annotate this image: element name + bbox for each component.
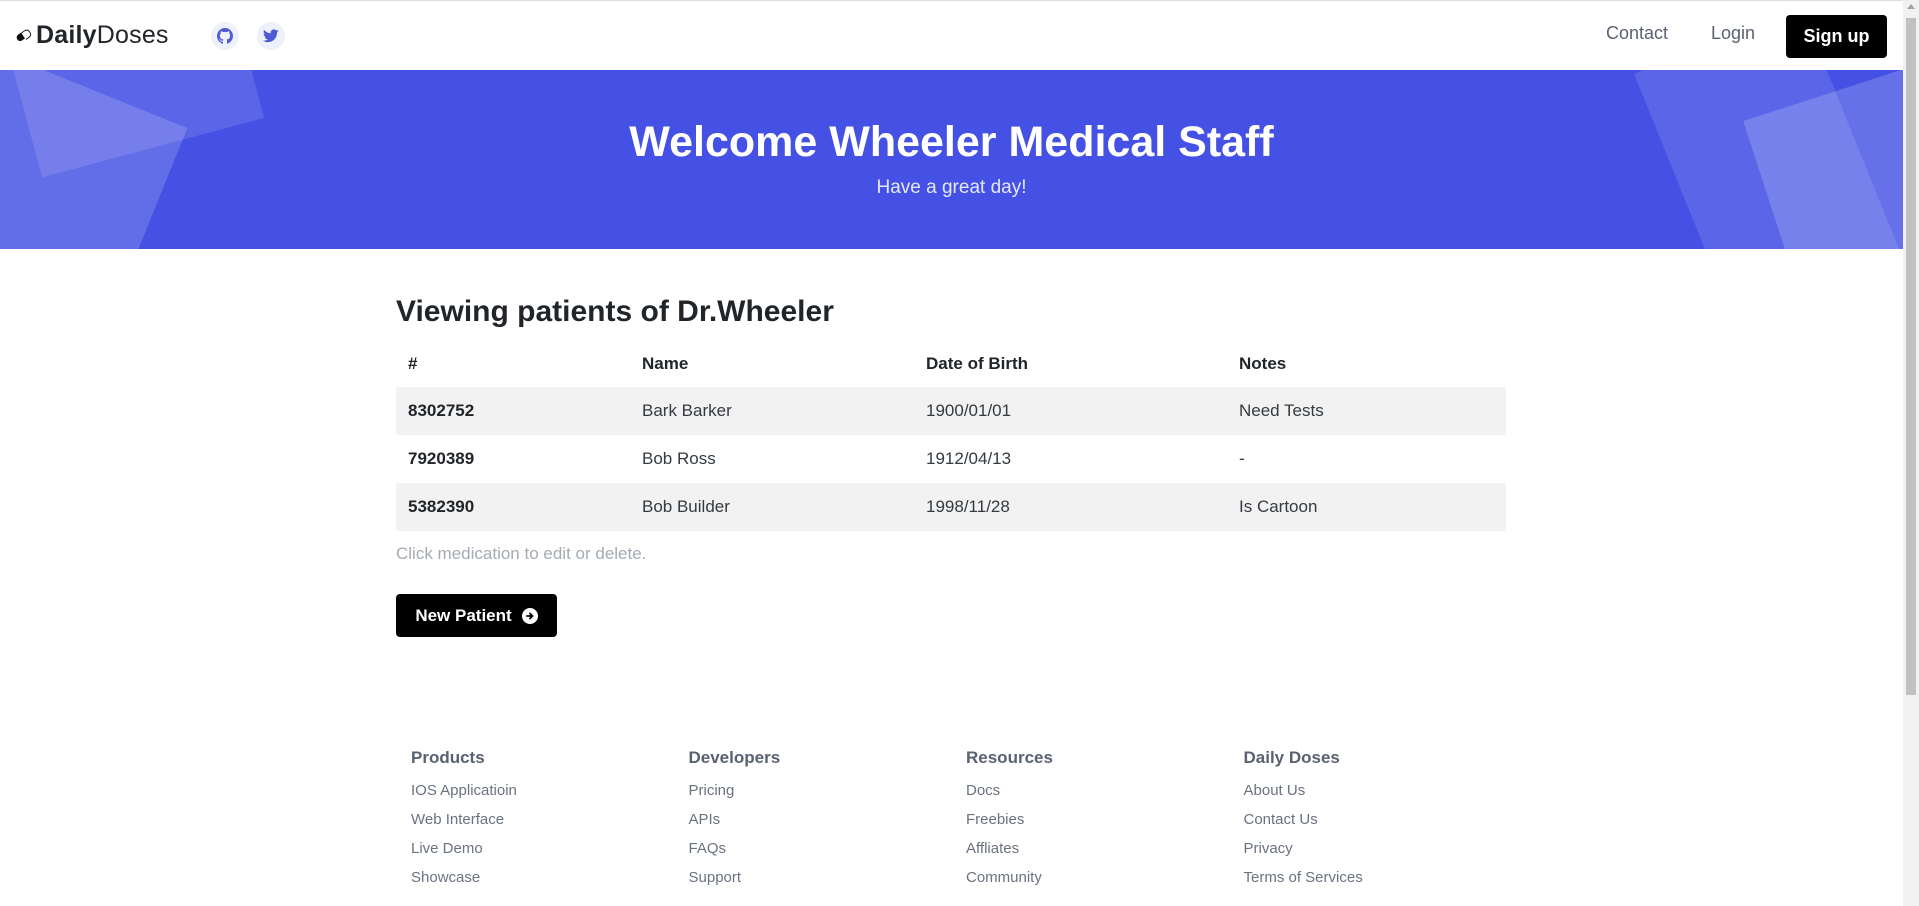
table-header-row: # Name Date of Birth Notes bbox=[396, 341, 1506, 387]
patient-notes: - bbox=[1239, 449, 1245, 468]
patient-name: Bob Builder bbox=[642, 497, 730, 516]
pill-icon bbox=[15, 29, 30, 43]
patient-id: 5382390 bbox=[408, 497, 475, 516]
patient-name: Bark Barker bbox=[642, 401, 732, 420]
footer-column-title: Daily Doses bbox=[1243, 748, 1340, 767]
page-scrollbar[interactable] bbox=[1903, 0, 1919, 906]
footer-link[interactable]: FAQs bbox=[689, 840, 967, 869]
column-header-id: # bbox=[408, 354, 418, 373]
footer-link[interactable]: About Us bbox=[1244, 782, 1522, 811]
footer-link[interactable]: IOS Applicatioin bbox=[411, 782, 689, 811]
column-header-dob: Date of Birth bbox=[926, 354, 1028, 373]
footer-column-title: Developers bbox=[688, 748, 781, 767]
navbar: DailyDoses Contact Login Sign up bbox=[0, 0, 1903, 70]
edit-hint-text: Click medication to edit or delete. bbox=[396, 544, 647, 563]
footer-link[interactable]: Privacy bbox=[1244, 840, 1522, 869]
table-row[interactable]: 5382390 Bob Builder 1998/11/28 Is Cartoo… bbox=[396, 483, 1506, 531]
hero-subtitle: Have a great day! bbox=[876, 177, 1027, 198]
patient-dob: 1900/01/01 bbox=[926, 401, 1012, 420]
patient-dob: 1912/04/13 bbox=[926, 449, 1012, 468]
footer-column-title: Resources bbox=[966, 748, 1053, 767]
footer-link[interactable]: Pricing bbox=[689, 782, 967, 811]
footer: Products IOS Applicatioin Web Interface … bbox=[411, 748, 1521, 898]
github-icon bbox=[217, 28, 233, 44]
table-row[interactable]: 8302752 Bark Barker 1900/01/01 Need Test… bbox=[396, 387, 1506, 435]
footer-link[interactable]: Web Interface bbox=[411, 811, 689, 840]
patient-id: 7920389 bbox=[408, 449, 475, 468]
footer-column-title: Products bbox=[411, 748, 485, 767]
footer-link[interactable]: APIs bbox=[689, 811, 967, 840]
new-patient-button[interactable]: New Patient bbox=[396, 594, 557, 637]
footer-column-daily-doses: Daily Doses About Us Contact Us Privacy … bbox=[1244, 748, 1522, 898]
column-header-notes: Notes bbox=[1239, 354, 1287, 373]
new-patient-label: New Patient bbox=[415, 605, 512, 625]
patient-notes: Is Cartoon bbox=[1239, 497, 1318, 516]
table-row[interactable]: 7920389 Bob Ross 1912/04/13 - bbox=[396, 435, 1506, 483]
brand-logo-link[interactable]: DailyDoses bbox=[16, 21, 169, 50]
brand-name: DailyDoses bbox=[36, 21, 169, 49]
hero-banner: Welcome Wheeler Medical Staff Have a gre… bbox=[0, 70, 1903, 249]
signup-button[interactable]: Sign up bbox=[1786, 15, 1887, 58]
footer-link[interactable]: Live Demo bbox=[411, 840, 689, 869]
twitter-icon bbox=[263, 29, 279, 43]
arrow-circle-right-icon bbox=[521, 607, 538, 624]
page-title: Viewing patients of Dr.Wheeler bbox=[396, 295, 834, 328]
github-link[interactable] bbox=[211, 22, 239, 50]
footer-link[interactable]: Support bbox=[689, 869, 967, 898]
scroll-up-arrow-icon[interactable] bbox=[1907, 4, 1915, 9]
patients-table: # Name Date of Birth Notes 8302752 Bark … bbox=[396, 341, 1506, 531]
patient-dob: 1998/11/28 bbox=[926, 497, 1010, 516]
footer-link[interactable]: Showcase bbox=[411, 869, 689, 898]
footer-link[interactable]: Contact Us bbox=[1244, 811, 1522, 840]
footer-link[interactable]: Affliates bbox=[966, 840, 1244, 869]
footer-link[interactable]: Freebies bbox=[966, 811, 1244, 840]
footer-column-products: Products IOS Applicatioin Web Interface … bbox=[411, 748, 689, 898]
twitter-link[interactable] bbox=[257, 22, 285, 50]
footer-link[interactable]: Terms of Services bbox=[1244, 869, 1522, 898]
hero-title: Welcome Wheeler Medical Staff bbox=[629, 118, 1274, 166]
scrollbar-thumb[interactable] bbox=[1906, 18, 1916, 695]
patient-id: 8302752 bbox=[408, 401, 475, 420]
patient-name: Bob Ross bbox=[642, 449, 716, 468]
footer-column-developers: Developers Pricing APIs FAQs Support bbox=[689, 748, 967, 898]
nav-login-link[interactable]: Login bbox=[1711, 23, 1755, 44]
footer-link[interactable]: Docs bbox=[966, 782, 1244, 811]
nav-contact-link[interactable]: Contact bbox=[1606, 23, 1668, 44]
footer-link[interactable]: Community bbox=[966, 869, 1244, 898]
patient-notes: Need Tests bbox=[1239, 401, 1324, 420]
column-header-name: Name bbox=[642, 354, 689, 373]
footer-column-resources: Resources Docs Freebies Affliates Commun… bbox=[966, 748, 1244, 898]
